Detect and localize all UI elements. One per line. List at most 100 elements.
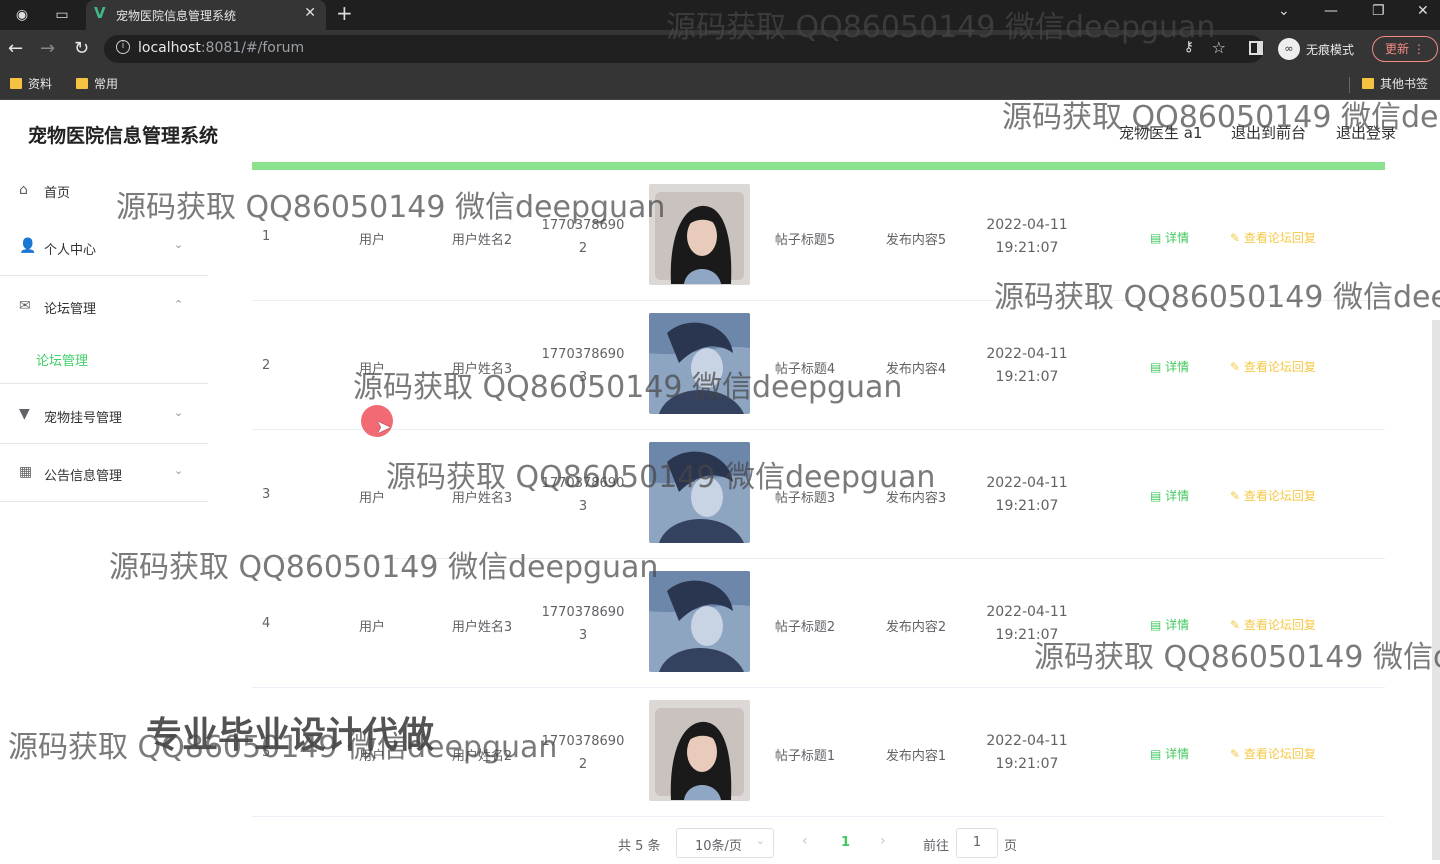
sidebar-subitem-forum[interactable]: 论坛管理 [0, 334, 208, 384]
bookmarks-bar: 资料 常用 其他书签 [0, 68, 1440, 100]
user-type: 用户 [358, 749, 385, 764]
sidebar-item-label: 公告信息管理 [44, 469, 123, 484]
bookmark-folder-1[interactable]: 资料 [10, 75, 52, 92]
sidebar-item-label: 论坛管理 [44, 302, 97, 317]
vue-favicon-icon: V [94, 4, 106, 22]
forward-icon[interactable]: → [40, 38, 55, 59]
back-to-front-link[interactable]: 退出到前台 [1231, 122, 1306, 143]
user-type: 用户 [358, 620, 385, 635]
back-icon[interactable]: ← [8, 38, 23, 59]
avatar[interactable] [649, 184, 750, 285]
browser-tab-bar: ◉ ▭ V 宠物医院信息管理系统 ✕ + ⌄ — ❐ ✕ [0, 0, 1440, 30]
app-header: 宠物医院信息管理系统 宠物医生 a1 退出到前台 退出登录 [0, 100, 1440, 162]
user-name: 用户姓名2 [451, 233, 513, 248]
view-reply-button[interactable]: ✎ 查看论坛回复 [1230, 229, 1316, 246]
update-button[interactable]: 更新 ⋮ [1372, 36, 1438, 62]
user-type: 用户 [358, 491, 385, 506]
post-title: 帖子标题1 [774, 749, 836, 764]
forum-table: 1 用户 用户姓名2 1770378690 2 帖子标题5 发布内容5 2022-04-11 1… [232, 162, 1407, 864]
url-host: localhost [138, 40, 201, 56]
page-size-value: 10条/页 [695, 839, 742, 854]
phone: 1770378690 3 [541, 347, 625, 385]
goto-page-input[interactable]: 1 [956, 828, 998, 858]
sidebar-item-profile[interactable]: 👤 个人中心 ⌄ [0, 218, 208, 276]
sidebar-item-label: 个人中心 [44, 243, 97, 258]
bookmark-separator [1349, 77, 1350, 93]
avatar[interactable] [649, 442, 750, 543]
post-time: 2022-04-11 19:21:07 [986, 346, 1068, 385]
view-reply-button[interactable]: ✎ 查看论坛回复 [1230, 358, 1316, 375]
sidebar-item-registration[interactable]: ▼ 宠物挂号管理 ⌄ [0, 386, 208, 444]
browser-menu-icon[interactable]: ◉ [12, 5, 32, 25]
chevron-down-icon: ⌄ [755, 834, 765, 847]
view-reply-button[interactable]: ✎ 查看论坛回复 [1230, 487, 1316, 504]
phone: 1770378690 3 [541, 605, 625, 643]
post-time: 2022-04-11 19:21:07 [986, 733, 1068, 772]
chevron-down-icon[interactable]: ⌄ [1278, 3, 1290, 19]
post-time: 2022-04-11 19:21:07 [986, 604, 1068, 643]
view-reply-button[interactable]: ✎ 查看论坛回复 [1230, 745, 1316, 762]
close-icon[interactable]: ✕ [304, 5, 316, 21]
avatar[interactable] [649, 571, 750, 672]
bookmark-folder-2[interactable]: 常用 [76, 75, 118, 92]
key-icon[interactable]: ⚷ [1184, 39, 1194, 55]
incognito-indicator[interactable]: ∞ 无痕模式 [1278, 38, 1354, 60]
next-page-button[interactable]: › [880, 833, 886, 849]
detail-button[interactable]: ▤ 详情 [1150, 745, 1189, 762]
grid-icon: ▦ [19, 464, 33, 480]
detail-button[interactable]: ▤ 详情 [1150, 487, 1189, 504]
row-index: 2 [262, 358, 271, 373]
star-icon[interactable]: ☆ [1212, 38, 1226, 57]
bookmark-label: 常用 [94, 77, 119, 91]
current-user: 宠物医生 a1 [1119, 124, 1203, 142]
post-content: 发布内容3 [885, 491, 947, 506]
sidebar-item-forum[interactable]: ✉ 论坛管理 ⌃ [0, 278, 208, 336]
folder-icon [76, 78, 88, 89]
minimize-button[interactable]: — [1324, 3, 1338, 19]
detail-button[interactable]: ▤ 详情 [1150, 616, 1189, 633]
side-panel-icon[interactable] [1249, 41, 1263, 55]
page-title: 宠物医院信息管理系统 [28, 125, 219, 147]
table-row: 2 用户 用户姓名3 1770378690 3 帖子标题4 发布内容4 2022-04-11 1… [252, 301, 1385, 430]
sidebar-item-home[interactable]: ⌂ 首页 [0, 162, 208, 220]
sidebar: ⌂ 首页 👤 个人中心 ⌄ ✉ 论坛管理 ⌃ 论坛管理 ▼ 宠物挂号管理 ⌄ ▦… [0, 162, 208, 864]
prev-page-button[interactable]: ‹ [802, 833, 808, 849]
other-bookmarks[interactable]: 其他书签 [1362, 75, 1428, 92]
url-path: :8081/#/forum [200, 40, 305, 56]
row-index: 4 [262, 616, 271, 631]
scrollbar[interactable] [1432, 320, 1440, 860]
home-icon: ⌂ [19, 182, 28, 198]
detail-button[interactable]: ▤ 详情 [1150, 358, 1189, 375]
phone: 1770378690 2 [541, 218, 625, 256]
table-header-bar [252, 162, 1385, 170]
new-tab-button[interactable]: + [336, 1, 353, 25]
folder-icon [10, 78, 22, 89]
view-reply-button[interactable]: ✎ 查看论坛回复 [1230, 616, 1316, 633]
row-index: 5 [262, 745, 271, 760]
pagination: 共 5 条 10条/页 ⌄ ‹ 1 › 前往 1 页 [232, 828, 1407, 858]
detail-button[interactable]: ▤ 详情 [1150, 229, 1189, 246]
tab-search-icon[interactable]: ▭ [52, 5, 72, 25]
window-close-button[interactable]: ✕ [1417, 3, 1429, 19]
logout-link[interactable]: 退出登录 [1336, 122, 1396, 143]
page-size-select[interactable]: 10条/页 ⌄ [676, 828, 774, 858]
sidebar-item-notice[interactable]: ▦ 公告信息管理 ⌄ [0, 444, 208, 502]
url-field[interactable]: i localhost:8081/#/forum ⚷ ☆ [104, 35, 1264, 63]
browser-tab-active[interactable]: V 宠物医院信息管理系统 ✕ [86, 0, 326, 30]
avatar-woman-image [649, 700, 750, 801]
post-title: 帖子标题4 [774, 362, 836, 377]
info-icon[interactable]: i [116, 40, 130, 54]
avatar[interactable] [649, 313, 750, 414]
post-title: 帖子标题3 [774, 491, 836, 506]
bookmark-label: 其他书签 [1380, 77, 1429, 91]
page-number-current[interactable]: 1 [841, 835, 850, 850]
avatar[interactable] [649, 700, 750, 801]
user-name: 用户姓名2 [451, 749, 513, 764]
update-label: 更新 [1385, 42, 1410, 56]
post-time: 2022-04-11 19:21:07 [986, 475, 1068, 514]
post-content: 发布内容1 [885, 749, 947, 764]
phone: 1770378690 2 [541, 734, 625, 772]
restore-button[interactable]: ❐ [1372, 3, 1385, 19]
mail-icon: ✉ [19, 298, 31, 314]
reload-icon[interactable]: ↻ [74, 38, 89, 59]
